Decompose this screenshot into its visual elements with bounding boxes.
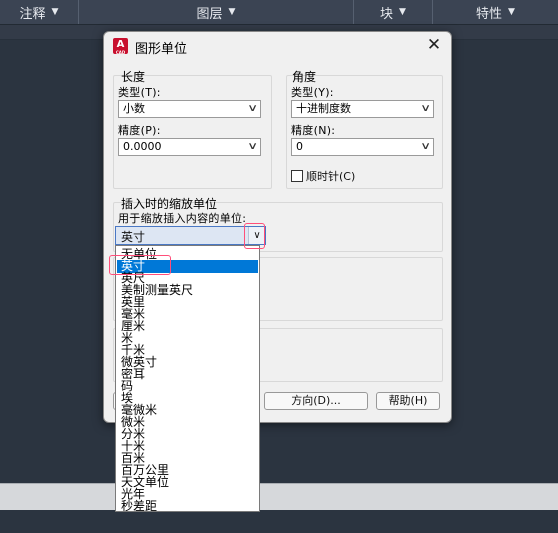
clockwise-checkbox[interactable]: 顺时针(C)	[291, 168, 355, 184]
ribbon-panel-label: 图层	[196, 6, 223, 22]
clockwise-label: 顺时针(C)	[306, 170, 356, 183]
length-precision-select[interactable]: 0.0000 ∨	[118, 138, 261, 156]
ribbon-panel-label: 块	[380, 6, 394, 22]
caret-down-icon: ▼	[508, 7, 515, 17]
ribbon-panel-layers[interactable]: 图层 ▼	[79, 0, 354, 24]
chevron-down-icon: ∨	[246, 103, 258, 114]
angle-type-select[interactable]: 十进制度数 ∨	[291, 100, 434, 118]
direction-button[interactable]: 方向(D)...	[264, 392, 368, 410]
ribbon-panel-bar: 注释 ▼ 图层 ▼ 块 ▼ 特性 ▼	[0, 0, 558, 25]
length-type-select[interactable]: 小数 ∨	[118, 100, 261, 118]
caret-down-icon: ▼	[228, 7, 236, 17]
checkbox-box[interactable]	[291, 170, 303, 182]
caret-down-icon: ▼	[399, 7, 406, 17]
ribbon-panel-label: 注释	[19, 6, 46, 22]
app-icon-letter: A	[116, 39, 125, 50]
angle-precision-select[interactable]: 0 ∨	[291, 138, 434, 156]
app-icon-sub: CAD	[115, 50, 126, 55]
autocad-app-icon: A CAD	[113, 38, 128, 55]
caret-down-icon: ▼	[51, 7, 59, 17]
length-precision-label: 精度(P):	[118, 124, 161, 137]
chevron-down-icon: ∨	[246, 141, 258, 152]
status-bar	[0, 510, 558, 533]
angle-precision-label: 精度(N):	[291, 124, 336, 137]
command-line[interactable]	[0, 483, 558, 510]
angle-type-label: 类型(Y):	[291, 86, 334, 99]
length-type-value: 小数	[123, 102, 145, 115]
dialog-title: 图形单位	[135, 42, 188, 57]
dialog-titlebar[interactable]: A CAD 图形单位 ✕	[104, 32, 451, 60]
angle-type-value: 十进制度数	[296, 102, 351, 115]
length-type-label: 类型(T):	[118, 86, 161, 99]
chevron-down-icon: ∨	[419, 141, 431, 152]
ribbon-panel-block[interactable]: 块 ▼	[354, 0, 433, 24]
ribbon-panel-label: 特性	[476, 6, 503, 22]
annotation-highlight-selected-item	[109, 255, 171, 275]
insertion-units-value: 英寸	[121, 230, 146, 244]
ribbon-panel-properties[interactable]: 特性 ▼	[433, 0, 558, 24]
angle-precision-value: 0	[296, 140, 303, 153]
units-dropdown-list[interactable]: 无单位 英寸 英尺 美制测量英尺 英里 毫米 厘米 米 千米 微英寸 密耳 码 …	[115, 245, 260, 512]
list-item[interactable]: 秒差距	[121, 500, 157, 511]
chevron-down-icon: ∨	[419, 103, 431, 114]
help-button[interactable]: 帮助(H)	[376, 392, 440, 410]
close-icon[interactable]: ✕	[425, 36, 443, 54]
length-group-label: 长度	[121, 70, 146, 84]
insertion-units-label: 用于缩放插入内容的单位:	[118, 212, 247, 225]
ribbon-panel-annotation[interactable]: 注释 ▼	[0, 0, 79, 24]
angle-group-label: 角度	[292, 70, 317, 84]
annotation-highlight-dropdown-button	[244, 223, 265, 249]
length-precision-value: 0.0000	[123, 140, 162, 153]
